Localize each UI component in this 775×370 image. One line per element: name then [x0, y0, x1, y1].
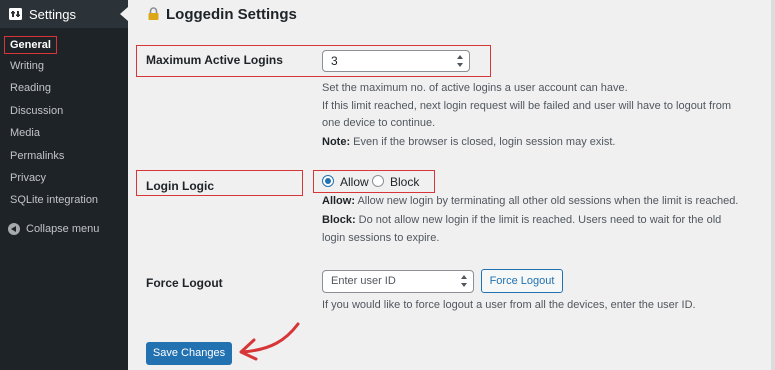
block-desc-cont: login sessions to expire. [322, 232, 440, 244]
number-spinner-icon[interactable] [457, 55, 463, 67]
allow-desc-label: Allow: [322, 195, 355, 207]
max-logins-label: Maximum Active Logins [146, 53, 283, 67]
radio-block-label[interactable]: Block [390, 175, 419, 189]
sidebar-item-writing[interactable]: Writing [10, 60, 44, 72]
settings-menu-header[interactable]: Settings [0, 0, 128, 28]
allow-desc-text: Allow new login by terminating all other… [355, 195, 739, 207]
user-id-placeholder: Enter user ID [331, 275, 396, 287]
radio-allow[interactable] [322, 175, 334, 187]
current-menu-arrow [120, 7, 128, 21]
sidebar-item-sqlite-integration[interactable]: SQLite integration [10, 194, 98, 206]
max-logins-value: 3 [331, 54, 338, 68]
note-label: Note: [322, 136, 351, 148]
max-logins-desc: Set the maximum no. of active logins a u… [322, 82, 628, 94]
sidebar-item-privacy[interactable]: Privacy [10, 172, 46, 184]
allow-desc: Allow: Allow new login by terminating al… [322, 194, 738, 209]
page-title-text: Loggedin Settings [166, 6, 297, 23]
max-logins-desc-limit-1: If this limit reached, next login reques… [322, 100, 732, 112]
settings-menu-label: Settings [29, 7, 76, 22]
page-title: Loggedin Settings [147, 6, 297, 23]
save-changes-button[interactable]: Save Changes [146, 342, 232, 365]
sidebar-item-reading[interactable]: Reading [10, 82, 51, 94]
radio-allow-label[interactable]: Allow [340, 175, 369, 189]
block-desc-text: Do not allow new login if the limit is r… [355, 214, 722, 226]
force-logout-label: Force Logout [146, 276, 223, 290]
collapse-icon [8, 223, 20, 236]
radio-block[interactable] [372, 175, 384, 187]
lock-icon [148, 7, 159, 20]
force-logout-button[interactable]: Force Logout [481, 269, 563, 293]
force-logout-desc: If you would like to force logout a user… [322, 299, 696, 311]
max-logins-note: Note: Even if the browser is closed, log… [322, 135, 615, 150]
max-logins-desc-limit-2: one device to continue. [322, 117, 436, 129]
sidebar-item-permalinks[interactable]: Permalinks [10, 150, 64, 162]
sidebar-item-general[interactable]: General [4, 36, 57, 54]
block-desc: Block: Do not allow new login if the lim… [322, 213, 721, 228]
sidebar-item-discussion[interactable]: Discussion [10, 105, 63, 117]
user-id-spinner-icon[interactable] [461, 275, 467, 287]
note-text: Even if the browser is closed, login ses… [350, 136, 616, 148]
collapse-menu-button[interactable]: Collapse menu [8, 223, 100, 236]
login-logic-label: Login Logic [146, 179, 214, 193]
collapse-menu-label: Collapse menu [26, 223, 100, 235]
settings-icon [9, 8, 22, 20]
right-edge [771, 0, 775, 370]
sidebar-item-media[interactable]: Media [10, 127, 40, 139]
red-arrow-annotation [239, 322, 300, 361]
block-desc-label: Block: [322, 214, 356, 226]
user-id-input[interactable]: Enter user ID [322, 270, 474, 293]
max-logins-input[interactable]: 3 [322, 50, 470, 72]
admin-sidebar: Settings General Writing Reading Discuss… [0, 0, 128, 370]
